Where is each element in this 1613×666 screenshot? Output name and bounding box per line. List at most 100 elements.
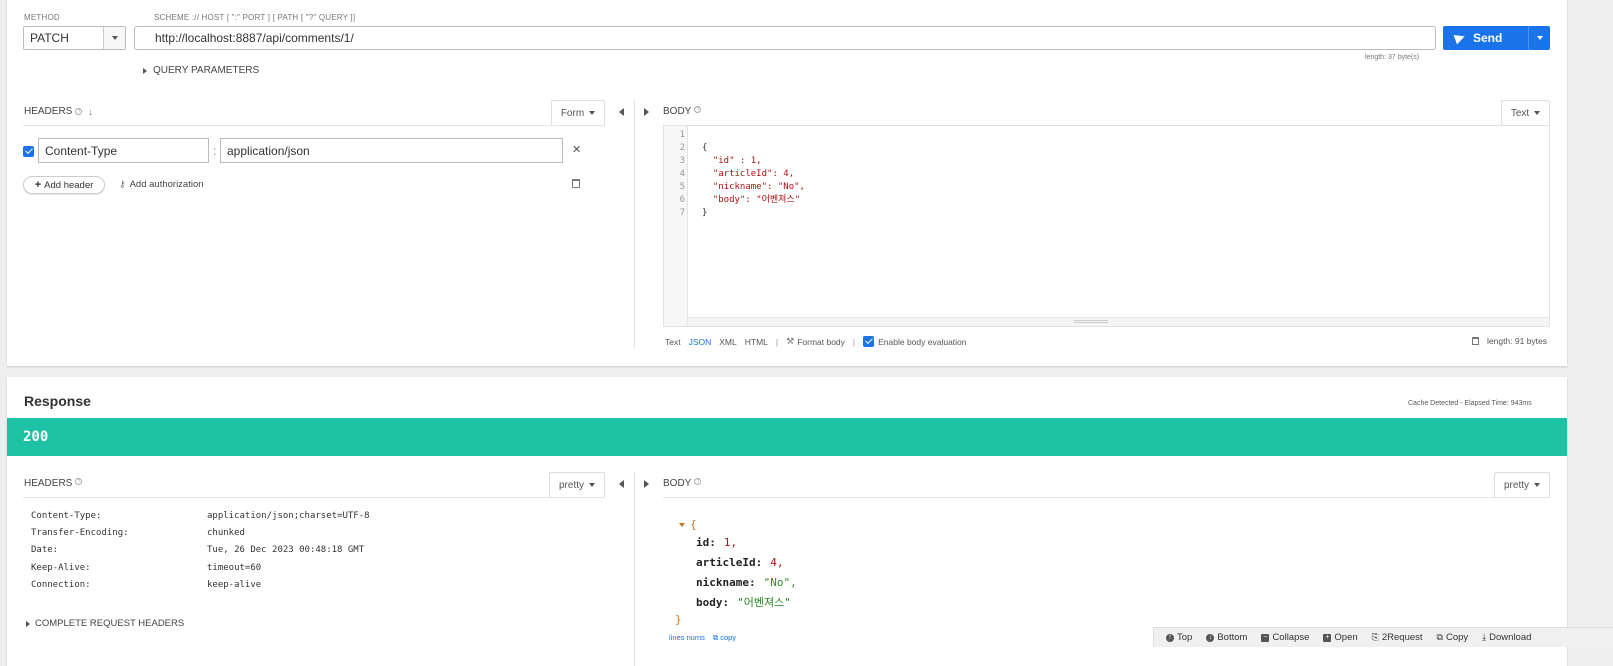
send-options-toggle[interactable] (1528, 26, 1550, 50)
json-field-row: nickname: "No", (679, 573, 797, 593)
response-meta: Cache Detected - Elapsed Time: 943ms (1408, 400, 1532, 407)
header-separator: : (213, 144, 217, 158)
response-body-divider (663, 497, 1550, 498)
download-button[interactable]: ⤓ Download (1482, 632, 1531, 643)
json-open-brace: { (690, 518, 697, 531)
collapse-node-icon[interactable] (679, 522, 685, 527)
format-xml[interactable]: XML (719, 337, 736, 347)
editor-code[interactable]: { "id" : 1, "articleId": 4, "nickname": … (702, 129, 805, 220)
header-name-input[interactable]: Content-Type (38, 138, 209, 163)
response-header-value: chunked (207, 528, 245, 538)
query-parameters-toggle[interactable]: QUERY PARAMETERS (143, 65, 259, 76)
top-button[interactable]: ↑ Top (1166, 632, 1192, 643)
help-icon[interactable]: ? (75, 108, 83, 115)
collapse-button[interactable]: − Collapse (1261, 632, 1309, 643)
body-view-options: lines nums ⧉ copy (669, 633, 736, 643)
json-field-row: articleId: 4, (679, 553, 797, 573)
body-editor[interactable]: 1 2 3 4 5 6 7 { "id" : 1, "articleId": 4, "nic… (663, 125, 1550, 327)
method-select[interactable]: PATCH (23, 26, 126, 50)
json-key: articleId: (696, 556, 763, 569)
chevron-right-icon (143, 67, 147, 74)
headers-mode-dropdown[interactable]: Form (551, 100, 605, 126)
code-line: "nickname": "No", (702, 182, 805, 192)
response-header-row: Connection: keep-alive (31, 577, 431, 594)
plus-icon: + (1323, 633, 1332, 642)
sort-icon[interactable]: ↓ (88, 107, 93, 117)
body-mode-value: Text (1510, 107, 1530, 119)
split-divider[interactable] (634, 100, 635, 348)
method-dropdown-toggle[interactable] (103, 27, 125, 49)
header-enabled-checkbox[interactable] (23, 146, 34, 157)
copy-icon: ⧉ (712, 633, 719, 642)
json-fields: id: 1, articleId: 4, nickname: "No", body: "어벤져… (679, 533, 797, 613)
response-headers-mode-dropdown[interactable]: pretty (549, 472, 605, 498)
response-header-value: timeout=60 (207, 563, 262, 573)
collapse-right-icon[interactable] (644, 480, 649, 488)
response-headers-mode-value: pretty (558, 479, 584, 491)
download-label: Download (1489, 632, 1532, 643)
response-headers-title-text: HEADERS (24, 478, 73, 489)
copy-link[interactable]: ⧉ copy (713, 633, 736, 643)
help-icon[interactable]: ? (694, 106, 702, 113)
separator: | (852, 336, 856, 347)
line-number: 7 (679, 208, 685, 218)
plus-icon: + (34, 179, 42, 191)
lines-nums-link[interactable]: lines nums (669, 633, 705, 643)
help-icon[interactable]: ? (694, 478, 702, 485)
top-label: Top (1177, 632, 1193, 643)
json-close-brace: } (675, 613, 682, 626)
line-number: 2 (679, 143, 685, 153)
send-button[interactable]: Send (1443, 26, 1550, 50)
request-headers-title: HEADERS ? ↓ (24, 106, 93, 117)
collapse-left-icon[interactable] (619, 480, 624, 488)
copy-label: copy (720, 633, 737, 642)
key-icon: ⚷ (119, 179, 126, 189)
format-json[interactable]: JSON (689, 337, 712, 347)
chevron-down-icon (1534, 483, 1540, 487)
trash-icon[interactable] (572, 179, 580, 188)
arrow-down-icon: ↓ (1206, 633, 1215, 642)
query-parameters-label: QUERY PARAMETERS (153, 65, 260, 76)
bottom-button[interactable]: ↓ Bottom (1206, 632, 1247, 643)
url-label: SCHEME :// HOST [ ":" PORT ] [ PATH [ "?… (154, 13, 356, 22)
response-header-row: Keep-Alive: timeout=60 (31, 560, 431, 577)
response-body-title-text: BODY (663, 478, 692, 489)
collapse-right-icon[interactable] (644, 108, 649, 116)
json-root-row: { (679, 516, 797, 533)
request-headers-title-text: HEADERS (24, 106, 73, 117)
remove-header-icon[interactable]: ✕ (572, 143, 581, 156)
header-value-input[interactable]: application/json (220, 138, 563, 163)
to-request-button[interactable]: ⎘ 2Request (1372, 632, 1423, 643)
enable-eval-checkbox[interactable] (863, 336, 875, 347)
body-mode-dropdown[interactable]: Text (1501, 100, 1550, 126)
response-split-divider[interactable] (634, 472, 635, 666)
format-body-button[interactable]: ⚒ Format body (786, 336, 845, 347)
response-header-key: Content-Type: (31, 511, 102, 521)
enable-eval-toggle[interactable]: Enable body evaluation (863, 336, 967, 347)
request-body-title: BODY ? (663, 106, 702, 117)
code-line: "body": "어벤져스" (702, 195, 801, 205)
editor-scrollbar[interactable] (688, 317, 1549, 326)
response-body-mode-dropdown[interactable]: pretty (1494, 472, 1550, 498)
format-text[interactable]: Text (665, 337, 681, 347)
add-header-button[interactable]: + Add header (23, 176, 105, 194)
url-input[interactable]: http://localhost:8887/api/comments/1/ (134, 26, 1436, 50)
body-format-bar: Text JSON XML HTML | ⚒ Format body | Ena… (665, 336, 967, 347)
clipboard-icon: ⎘ (1371, 632, 1379, 642)
complete-request-headers-toggle[interactable]: COMPLETE REQUEST HEADERS (26, 618, 184, 629)
add-authorization-link[interactable]: ⚷ Add authorization (119, 179, 204, 190)
trash-icon[interactable] (1472, 337, 1479, 345)
code-line: "articleId": 4, (702, 169, 795, 179)
response-header-value: application/json;charset=UTF-8 (207, 511, 370, 521)
collapse-left-icon[interactable] (619, 108, 624, 116)
format-html[interactable]: HTML (745, 337, 768, 347)
copy-button[interactable]: ⧉ Copy (1437, 632, 1469, 643)
resize-handle[interactable] (1074, 320, 1108, 323)
open-button[interactable]: + Open (1323, 632, 1358, 643)
copy-icon: ⧉ (1436, 632, 1443, 642)
url-value: http://localhost:8887/api/comments/1/ (155, 31, 354, 45)
add-authorization-label: Add authorization (129, 179, 204, 190)
add-header-label: Add header (44, 179, 94, 191)
paper-plane-icon (1453, 31, 1467, 45)
help-icon[interactable]: ? (75, 478, 83, 485)
